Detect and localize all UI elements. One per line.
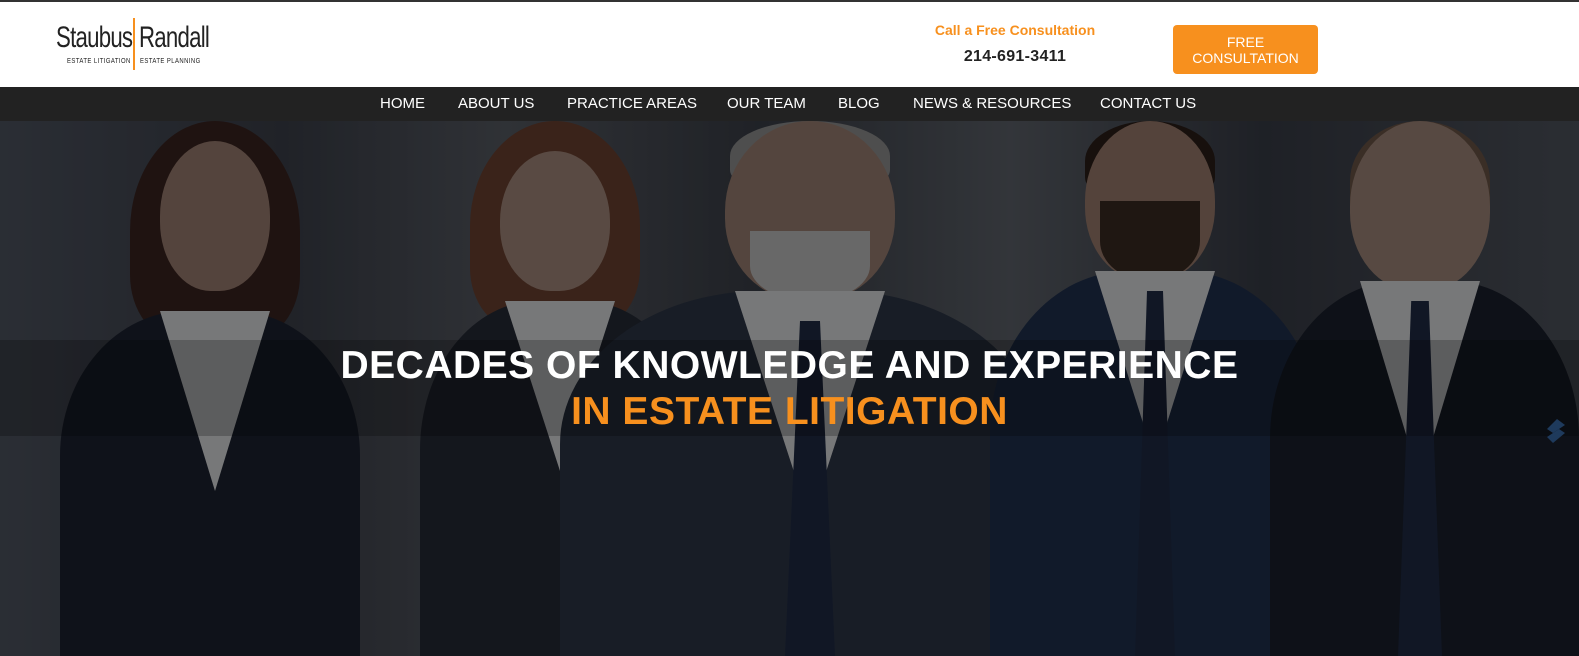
logo-tagline-left: ESTATE LITIGATION [67, 58, 131, 65]
nav-item-blog[interactable]: BLOG [838, 87, 880, 121]
phone-number[interactable]: 214-691-3411 [915, 48, 1115, 66]
nav-item-practice-areas[interactable]: PRACTICE AREAS [567, 87, 697, 121]
consultation-contact: Call a Free Consultation 214-691-3411 [915, 22, 1115, 66]
headline-line-2: IN ESTATE LITIGATION [571, 390, 1008, 433]
button-line-1: FREE [1226, 33, 1265, 50]
site-header: Staubus Randall ESTATE LITIGATION ESTATE… [0, 2, 1579, 87]
button-line-2: CONSULTATION [1192, 49, 1299, 66]
nav-item-news-resources[interactable]: NEWS & RESOURCES [913, 87, 1071, 121]
free-consultation-button[interactable]: FREE CONSULTATION [1173, 25, 1318, 74]
logo-divider [133, 18, 135, 70]
main-nav: HOME ABOUT US PRACTICE AREAS OUR TEAM BL… [0, 87, 1579, 121]
cta-label: Call a Free Consultation [934, 22, 1096, 38]
hero-headline: DECADES OF KNOWLEDGE AND EXPERIENCE IN E… [0, 343, 1579, 435]
logo-tagline-right: ESTATE PLANNING [140, 58, 201, 65]
nav-item-contact-us[interactable]: CONTACT US [1100, 87, 1196, 121]
accessibility-icon[interactable] [1543, 417, 1567, 445]
hero-banner: DECADES OF KNOWLEDGE AND EXPERIENCE IN E… [0, 121, 1579, 656]
nav-item-home[interactable]: HOME [380, 87, 425, 121]
logo-name-left: Staubus [56, 21, 133, 54]
logo-name-right: Randall [139, 21, 210, 54]
nav-item-about-us[interactable]: ABOUT US [458, 87, 534, 121]
nav-item-our-team[interactable]: OUR TEAM [727, 87, 806, 121]
logo[interactable]: Staubus Randall ESTATE LITIGATION ESTATE… [56, 18, 210, 70]
headline-line-1: DECADES OF KNOWLEDGE AND EXPERIENCE [340, 344, 1239, 387]
